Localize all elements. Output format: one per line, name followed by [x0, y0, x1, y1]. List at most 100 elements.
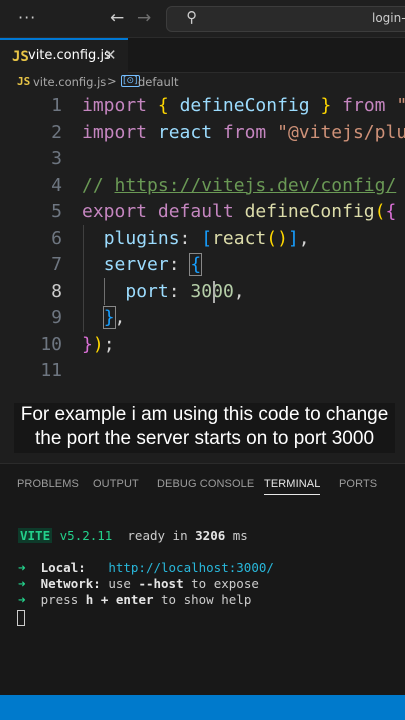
- terminal-line-network: ➜ Network: use --host to expose: [18, 576, 259, 591]
- code-line-7: server: {: [82, 253, 203, 276]
- token-punct: ;: [103, 333, 115, 355]
- token-keyword: default: [157, 201, 234, 222]
- terminal-line-ready: VITE v5.2.11 ready in 3206 ms: [18, 528, 248, 543]
- breadcrumb-symbol[interactable]: default: [138, 75, 178, 89]
- token-punct: :: [179, 227, 191, 249]
- network-flag: --host: [138, 576, 184, 591]
- code-line-6: plugins: [react()],: [82, 228, 310, 249]
- bottom-panel: PROBLEMS OUTPUT DEBUG CONSOLE TERMINAL P…: [0, 463, 405, 695]
- terminal-cursor[interactable]: [17, 610, 25, 626]
- token-function: defineConfig: [244, 201, 375, 222]
- token-keyword: export: [82, 201, 148, 222]
- token-keyword: import: [82, 121, 148, 143]
- line-number: 1: [51, 95, 62, 116]
- forward-arrow-icon[interactable]: →: [137, 8, 151, 28]
- network-label: Network:: [40, 576, 101, 591]
- breadcrumb: JS vite.config.js > [⊙] default: [0, 73, 405, 93]
- token-property: plugins: [103, 227, 180, 249]
- token-comment: //: [82, 174, 115, 196]
- terminal-line-help: ➜ press h + enter to show help: [18, 592, 251, 607]
- local-label: Local:: [40, 560, 86, 575]
- network-text: use: [108, 576, 131, 591]
- token-brace: {: [157, 95, 169, 116]
- symbol-icon: [⊙]: [121, 75, 140, 87]
- network-text: to expose: [191, 576, 259, 591]
- command-center[interactable]: [166, 6, 405, 32]
- line-number: 5: [51, 201, 62, 222]
- line-number: 11: [40, 360, 62, 381]
- code-line-8: port: 3000,: [82, 280, 245, 302]
- tab-output[interactable]: OUTPUT: [93, 478, 139, 490]
- token-paren: (: [266, 227, 278, 249]
- javascript-file-icon: JS: [17, 75, 31, 88]
- code-line-4: // https://vitejs.dev/config/: [82, 175, 396, 196]
- token-paren: (: [374, 201, 386, 222]
- token-punct: ,: [298, 227, 310, 249]
- line-number: 4: [51, 174, 62, 196]
- token-brace: }: [320, 95, 332, 116]
- token-paren: ): [277, 227, 288, 249]
- local-url-link[interactable]: http://localhost:3000/: [108, 560, 274, 575]
- line-number-active: 8: [51, 280, 62, 302]
- tab-vite-config[interactable]: JS vite.config.js ✕: [0, 38, 128, 73]
- token-keyword: from: [222, 121, 267, 143]
- arrow-icon: ➜: [18, 592, 26, 607]
- token-paren: ): [92, 333, 104, 355]
- token-brace-matched: {: [189, 253, 203, 276]
- status-bar: [0, 695, 405, 720]
- token-bracket: ]: [287, 227, 299, 249]
- line-number: 2: [51, 121, 62, 143]
- line-number: 9: [51, 307, 62, 328]
- comment-link[interactable]: https://vitejs.dev/config/: [115, 175, 397, 196]
- line-number: 10: [40, 333, 62, 355]
- token-number: 0: [222, 280, 234, 302]
- code-line-1: import { defineConfig } from "vite";: [82, 95, 405, 116]
- breadcrumb-chevron-icon: >: [107, 74, 117, 88]
- title-bar: ··· ← → ⚲ login-: [0, 0, 405, 38]
- token-brace: {: [385, 201, 397, 222]
- token-brace: }: [82, 333, 93, 355]
- code-line-5: export default defineConfig({: [82, 201, 396, 222]
- close-icon[interactable]: ✕: [104, 46, 117, 64]
- token-punct: ,: [114, 307, 126, 328]
- ready-text: ready in: [127, 528, 188, 543]
- ready-ms: 3206: [195, 528, 226, 543]
- line-number: 3: [51, 148, 62, 169]
- token-punct: ,: [233, 280, 245, 302]
- tab-terminal[interactable]: TERMINAL: [264, 478, 321, 495]
- arrow-icon: ➜: [18, 576, 26, 591]
- token-property: server: [103, 254, 169, 275]
- token-punct: :: [168, 254, 180, 275]
- caption-line-1: For example i am using this code to chan…: [20, 404, 389, 425]
- tab-problems[interactable]: PROBLEMS: [17, 478, 79, 490]
- menu-more-icon[interactable]: ···: [18, 8, 36, 27]
- token-bracket: [: [201, 227, 213, 249]
- help-text: to show help: [161, 592, 252, 607]
- token-brace-matched: }: [102, 306, 116, 329]
- text-cursor: [213, 281, 215, 303]
- tab-debug-console[interactable]: DEBUG CONSOLE: [157, 478, 254, 490]
- breadcrumb-file[interactable]: vite.config.js: [33, 75, 106, 89]
- token-property: port: [125, 280, 169, 302]
- token-identifier: react: [157, 121, 213, 143]
- tab-label: vite.config.js: [28, 48, 111, 63]
- code-line-9: },: [82, 306, 126, 329]
- back-arrow-icon[interactable]: ←: [110, 8, 124, 28]
- tab-ports[interactable]: PORTS: [339, 478, 377, 490]
- code-line-2: import react from "@vitejs/plugin-react"…: [82, 122, 405, 143]
- vite-label: VITE: [18, 528, 53, 543]
- search-icon: ⚲: [186, 8, 197, 26]
- arrow-icon: ➜: [18, 560, 26, 575]
- help-text: press: [40, 592, 79, 607]
- token-punct: :: [168, 280, 180, 302]
- javascript-file-icon: JS: [12, 49, 29, 65]
- code-line-10: });: [82, 334, 115, 355]
- editor-tab-bar: JS vite.config.js ✕: [0, 38, 405, 73]
- vite-version: v5.2.11: [59, 528, 113, 543]
- token-string: "@vitejs/plugin-react";: [277, 121, 405, 143]
- line-number: 7: [51, 254, 62, 275]
- token-number: 30: [190, 280, 213, 302]
- caption-line-2: the port the server starts on to port 30…: [34, 428, 375, 449]
- token-keyword: import: [82, 95, 148, 116]
- token-identifier: defineConfig: [179, 95, 310, 116]
